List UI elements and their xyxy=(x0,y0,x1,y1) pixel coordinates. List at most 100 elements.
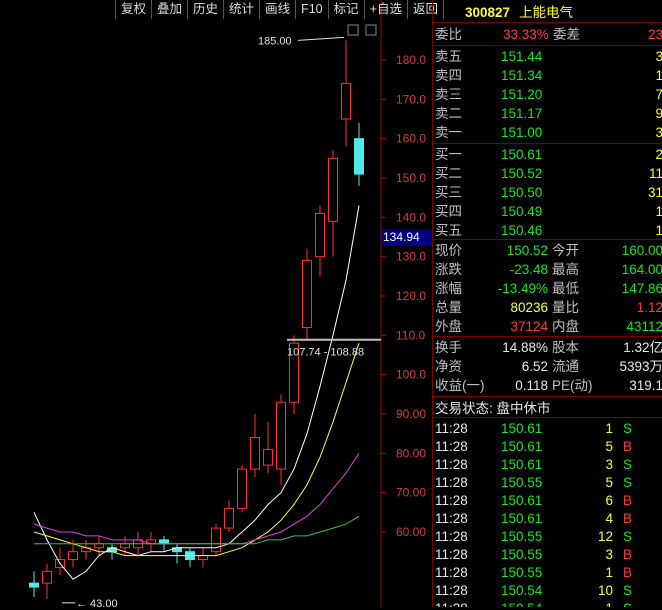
ask-label: 卖四 xyxy=(435,68,462,83)
bid-label: 买五 xyxy=(435,223,462,238)
fundamental-label: 流通 xyxy=(552,359,579,374)
fundamental-value: 6.52 xyxy=(521,359,548,374)
chart-toolbar: 复权 叠加 历史 统计 画线 F10 标记 +自选 返回 xyxy=(115,0,444,19)
toolbar-button-4[interactable]: 画线 xyxy=(259,0,295,19)
quote-value: 147.86 xyxy=(621,281,662,296)
tick-volume: 12 xyxy=(597,529,613,544)
bid-price: 150.49 xyxy=(501,204,543,219)
candle-body xyxy=(159,539,169,545)
toolbar-button-2[interactable]: 历史 xyxy=(187,0,223,19)
tick-row: 11:28 150.54 10 S xyxy=(433,581,662,600)
ratio-label: 委比 xyxy=(435,27,462,42)
tick-row: 11:28 150.61 4 B xyxy=(433,509,662,528)
tick-volume: 10 xyxy=(597,583,613,598)
quote-row: 外盘 37124 内盘 43112 xyxy=(433,317,662,336)
tick-row: 11:28 150.61 6 B xyxy=(433,491,662,510)
fundamental-value: 0.118 xyxy=(515,378,548,393)
candle-body xyxy=(68,551,78,561)
tick-side: S xyxy=(623,475,633,490)
quote-value: -23.48 xyxy=(509,262,548,277)
tick-side: S xyxy=(623,529,633,544)
y-tick-label: 170.0 xyxy=(396,92,426,106)
tick-time: 11:28 xyxy=(435,599,468,607)
tick-side: S xyxy=(623,421,633,436)
order-ratio-row: 委比 33.33% 委差 23 xyxy=(433,25,662,44)
quote-label: 量比 xyxy=(552,300,579,315)
bid-label: 买四 xyxy=(435,204,462,219)
bid-price: 150.52 xyxy=(501,166,543,181)
fundamental-value: 1.32亿 xyxy=(623,340,662,355)
tick-row: 11:28 150.61 1 S xyxy=(433,419,662,438)
tick-time: 11:28 xyxy=(435,457,468,472)
tick-price: 150.61 xyxy=(501,511,543,526)
tick-volume: 3 xyxy=(605,547,613,562)
y-tick-label: 140.0 xyxy=(396,210,426,224)
candle-body xyxy=(276,401,286,470)
tick-price: 150.61 xyxy=(501,493,543,508)
quote-label: 总量 xyxy=(435,300,462,315)
current-price-label: 134.94 xyxy=(383,230,420,244)
bid-label: 买一 xyxy=(435,147,462,162)
bid-label: 买二 xyxy=(435,166,462,181)
tick-row: 11:28 150.61 5 B xyxy=(433,437,662,456)
y-tick-label: 150.0 xyxy=(396,171,426,185)
toolbar-button-6[interactable]: 标记 xyxy=(327,0,364,19)
tick-volume: 1 xyxy=(605,565,613,580)
fundamental-label: 股本 xyxy=(552,340,579,355)
y-tick-label: 130.0 xyxy=(396,250,426,264)
tick-time: 11:28 xyxy=(435,421,468,436)
candle-body xyxy=(302,260,312,328)
toolbar-button-3[interactable]: 统计 xyxy=(223,0,259,19)
quote-value: 1.12 xyxy=(636,300,662,315)
candle-body xyxy=(263,448,273,466)
toolbar-button-5[interactable]: F10 xyxy=(295,0,328,19)
tick-side: S xyxy=(623,599,632,607)
fundamental-value: 14.88% xyxy=(502,340,548,355)
ratio-value: 33.33% xyxy=(503,27,549,42)
quote-label: 涨跌 xyxy=(435,262,462,277)
ask-volume: 7 xyxy=(655,85,662,104)
tick-time: 11:28 xyxy=(435,583,468,598)
tick-side: S xyxy=(623,457,633,472)
quote-value: 37124 xyxy=(510,319,548,334)
tick-time: 11:28 xyxy=(435,493,468,508)
quote-label: 内盘 xyxy=(552,319,579,334)
quote-panel: 300827 上能电气 委比 33.33% 委差 23 卖五151.443卖四1… xyxy=(432,0,662,607)
fundamental-label: 净资 xyxy=(435,359,462,374)
bid-volume: 2 xyxy=(655,145,662,164)
quote-label: 涨幅 xyxy=(435,281,462,296)
candlestick-chart[interactable]: 60.00 70.00 80.00 90.00 100.0 110.0 120.0 130.0… xyxy=(0,0,432,610)
y-tick-label: 160.0 xyxy=(396,132,426,146)
kline-chart-area[interactable]: 60.00 70.00 80.00 90.00 100.0 110.0 120.0 130.0… xyxy=(0,0,444,610)
tick-price: 150.55 xyxy=(501,547,543,562)
bid-row: 买四 150.49 1 xyxy=(433,202,662,221)
bid-price: 150.61 xyxy=(501,147,543,162)
toolbar-button-1[interactable]: 叠加 xyxy=(151,0,187,19)
bid-volume: 11 xyxy=(648,166,662,181)
fundamental-row: 收益(一) 0.118 PE(动) 319.1 xyxy=(433,376,662,395)
tick-price: 150.61 xyxy=(501,421,543,436)
y-tick-label: 70.00 xyxy=(396,486,426,500)
quote-label: 最高 xyxy=(552,262,579,277)
quote-value: 80236 xyxy=(510,300,548,315)
bid-row: 买二 150.52 11 xyxy=(433,164,662,183)
fundamental-label: PE(动) xyxy=(552,378,593,393)
ask-price: 151.17 xyxy=(501,106,543,121)
tick-volume: 1 xyxy=(605,421,613,436)
quote-label: 今开 xyxy=(552,243,579,258)
toolbar-button-7[interactable]: +自选 xyxy=(363,0,407,19)
ask-label: 卖三 xyxy=(435,87,462,102)
tick-price: 150.54 xyxy=(501,599,542,607)
ask-volume: 3 xyxy=(655,123,662,142)
tick-time: 11:28 xyxy=(435,565,468,580)
toolbar-button-0[interactable]: 复权 xyxy=(115,0,151,19)
candle-body xyxy=(237,468,247,509)
y-tick-label: 60.00 xyxy=(396,525,426,539)
trade-status: 交易状态: 盘中休市 xyxy=(435,401,551,416)
moving-average-line xyxy=(33,343,360,557)
ask-label: 卖一 xyxy=(435,125,462,140)
stock-name: 上能电气 xyxy=(519,5,573,20)
bid-row: 买一 150.61 2 xyxy=(433,145,662,164)
bid-volume: 1 xyxy=(655,221,662,240)
bid-price: 150.46 xyxy=(501,223,543,238)
